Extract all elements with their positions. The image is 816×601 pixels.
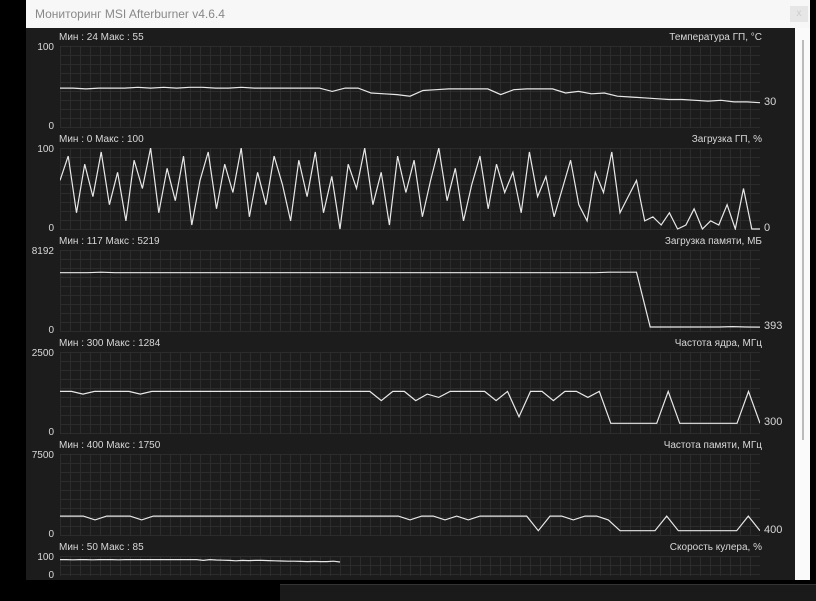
graph-min-max: Мин : 400 Макс : 1750 [59,440,161,451]
current-value: 0 [764,222,771,234]
axis-min-label: 0 [48,570,54,581]
graph-title: Скорость кулера, % [669,542,762,553]
axis-min-label: 0 [48,121,54,132]
graph-plot [60,556,760,576]
graph-min-max: Мин : 50 Макс : 85 [59,542,144,553]
graph-plot [60,46,760,128]
graph-title: Частота памяти, МГц [663,440,762,451]
axis-max-label: 8192 [31,246,54,257]
current-value: 400 [764,523,783,536]
axis-max-label: 7500 [31,450,54,461]
title-bar[interactable]: Мониторинг MSI Afterburner v4.6.4 x [26,0,810,28]
graph-min-max: Мин : 117 Макс : 5219 [59,236,160,247]
graph-min-max: Мин : 24 Макс : 55 [59,32,144,43]
axis-max-label: 100 [37,552,54,563]
graph-plot [60,454,760,536]
axis-max-label: 100 [37,42,54,53]
current-value: 300 [764,416,783,429]
graph-plot [60,250,760,332]
scrollbar-thumb[interactable] [802,40,804,440]
graph-title: Загрузка памяти, МБ [664,236,762,247]
graph-title: Загрузка ГП, % [691,134,762,145]
current-value: 393 [764,320,783,333]
graphs-area: Мин : 24 Макс : 55 Температура ГП, °C 100 0… [26,28,795,581]
axis-min-label: 0 [48,529,54,540]
taskbar-fragment [280,584,816,601]
graph-min-max: Мин : 300 Макс : 1284 [59,338,161,349]
afterburner-monitor-window: Мониторинг MSI Afterburner v4.6.4 x Мин … [26,0,810,581]
graph-plot [60,148,760,230]
window-title: Мониторинг MSI Afterburner v4.6.4 [35,7,225,21]
axis-max-label: 2500 [31,348,54,359]
graph-panel: Мин : 400 Макс : 1750 Частота памяти, МГц… [26,438,795,540]
graph-plot [60,352,760,434]
graph-panel: Мин : 0 Макс : 100 Загрузка ГП, % 100 0 0 [26,132,795,234]
current-value: 30 [764,95,777,108]
graph-title: Частота ядра, МГц [674,338,762,349]
graph-panel: Мин : 300 Макс : 1284 Частота ядра, МГц 25… [26,336,795,438]
graph-min-max: Мин : 0 Макс : 100 [59,134,144,145]
axis-max-label: 100 [37,144,54,155]
close-button[interactable]: x [790,6,808,22]
graph-title: Температура ГП, °C [669,32,762,43]
axis-min-label: 0 [48,223,54,234]
graph-panel: Мин : 117 Макс : 5219 Загрузка памяти, МБ… [26,234,795,336]
graph-panel: Мин : 24 Макс : 55 Температура ГП, °C 100 0… [26,30,795,132]
axis-min-label: 0 [48,427,54,438]
axis-min-label: 0 [48,325,54,336]
graph-panel: Мин : 50 Макс : 85 Скорость кулера, % 100 0 [26,540,795,581]
